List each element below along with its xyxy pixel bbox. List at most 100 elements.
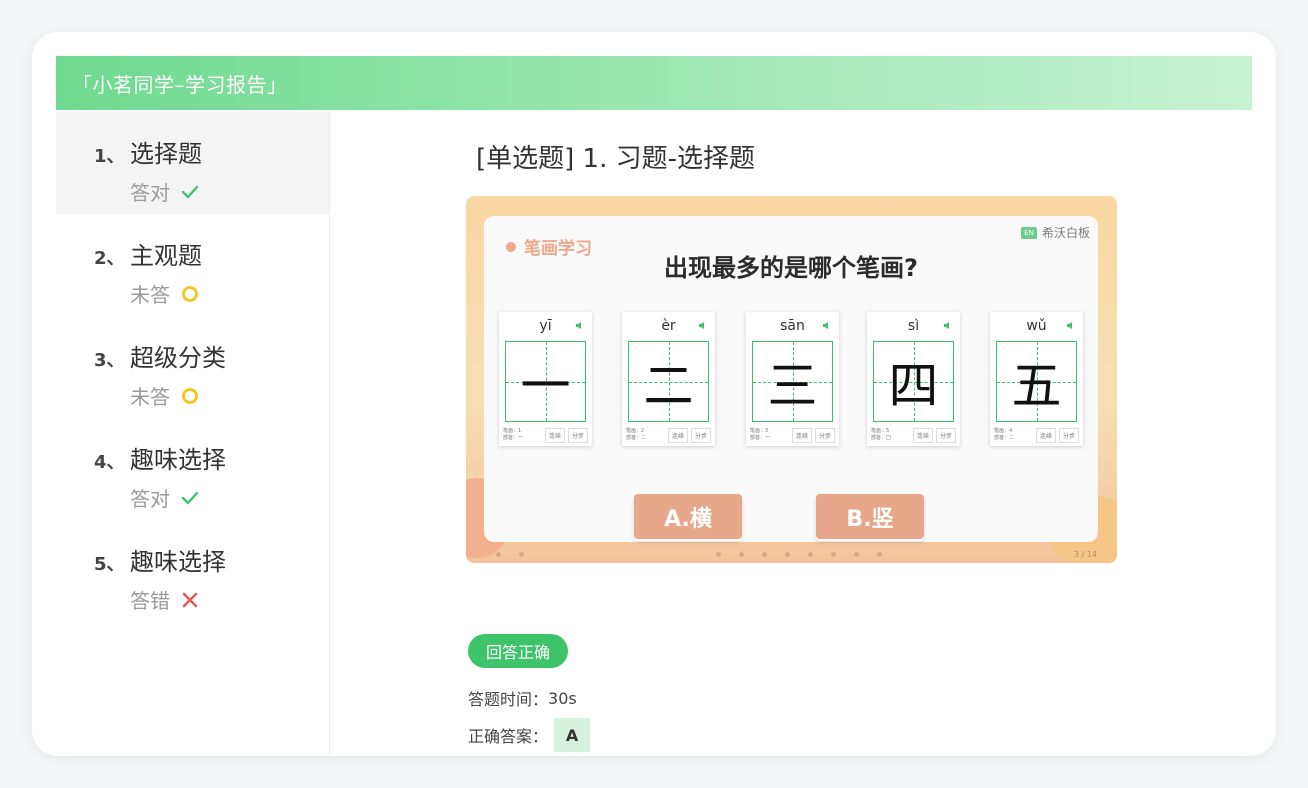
sidebar-item-status: 未答 <box>130 381 329 410</box>
sidebar-item-2[interactable]: 2、 主观题 未答 <box>56 214 329 316</box>
hanzi-character: 四 <box>888 356 939 415</box>
answer-time-label: 答题时间： <box>468 690 549 709</box>
hanzi-character: 二 <box>643 356 694 415</box>
circle-icon <box>180 386 200 406</box>
report-title: 「小茗同学–学习报告」 <box>72 72 288 97</box>
radical: 部首：二 <box>626 435 647 441</box>
cross-icon <box>180 590 200 610</box>
sidebar-item-number: 1、 <box>94 146 125 167</box>
slide-question: 出现最多的是哪个笔画? <box>664 254 918 282</box>
radical: 部首：一 <box>503 435 524 441</box>
question-sidebar: 1、 选择题 答对 2、 主观题 未答 3、 超级分类 未答 4、 趣味选择 答对 5、 趣味选择 答错 <box>56 112 330 756</box>
check-icon <box>180 182 200 202</box>
step-button[interactable]: 分步 <box>1058 427 1079 443</box>
step-button[interactable]: 分步 <box>935 427 956 443</box>
tool-icon[interactable] <box>761 551 767 557</box>
sidebar-item-label: 选择题 <box>130 140 202 168</box>
sidebar-item-label: 超级分类 <box>130 344 226 372</box>
speaker-icon[interactable] <box>823 322 831 329</box>
radical: 部首：二 <box>994 435 1015 441</box>
speaker-icon[interactable] <box>1067 322 1075 329</box>
status-text: 答错 <box>130 589 170 613</box>
hanzi-character: 五 <box>1011 356 1062 415</box>
tool-icon[interactable] <box>876 551 882 557</box>
sidebar-item-status: 答对 <box>130 177 329 206</box>
sidebar-item-5[interactable]: 5、 趣味选择答错 <box>56 520 329 622</box>
hanzi-card: sān 三笔画：3 部首：一 连续 分步 <box>746 312 839 446</box>
question-slide: 笔画学习 EN 希沃白板 出现最多的是哪个笔画? A.横 B.竖 yī 一笔画：1… <box>466 196 1117 563</box>
continuous-button[interactable]: 连续 <box>1035 427 1056 443</box>
option-b-button[interactable]: B.竖 <box>816 494 924 539</box>
speaker-icon[interactable] <box>576 322 584 329</box>
brand-name: 希沃白板 <box>1041 226 1090 240</box>
step-button[interactable]: 分步 <box>814 427 835 443</box>
continuous-button[interactable]: 连续 <box>912 427 933 443</box>
status-text: 未答 <box>130 283 170 307</box>
radical: 部首：一 <box>750 435 771 441</box>
hanzi-card: èr 二笔画：2 部首：二 连续 分步 <box>622 312 715 446</box>
tool-icon[interactable] <box>807 551 813 557</box>
sidebar-item-title: 1、 选择题 <box>94 134 329 169</box>
hanzi-card: wǔ 五笔画：4 部首：二 连续 分步 <box>990 312 1083 446</box>
continuous-button[interactable]: 连续 <box>667 427 688 443</box>
stroke-count: 笔画：5 <box>871 428 890 434</box>
tool-icon[interactable] <box>715 551 721 557</box>
continuous-button[interactable]: 连续 <box>791 427 812 443</box>
radical: 部首：囗 <box>871 435 892 441</box>
tool-icon[interactable] <box>519 551 524 557</box>
card-footer: 笔画：5 部首：囗 连续 分步 <box>871 427 956 443</box>
question-title: [单选题] 1. 习题-选择题 <box>476 144 756 174</box>
correct-answer: 正确答案： A <box>468 718 591 752</box>
tool-icon[interactable] <box>738 551 744 557</box>
report-card: 「小茗同学–学习报告」 1、 选择题 答对 2、 主观题 未答 3、 超级分类 未答 4、 趣味选择… <box>32 32 1276 756</box>
speaker-icon[interactable] <box>699 322 707 329</box>
tool-icon[interactable] <box>853 551 859 557</box>
answer-time-value: 30s <box>548 688 577 708</box>
answer-time: 答题时间： 30s <box>468 686 577 710</box>
continuous-button[interactable]: 连续 <box>544 427 565 443</box>
brand-watermark: EN 希沃白板 <box>1020 224 1090 241</box>
toolbar-center-icons <box>715 551 882 557</box>
sidebar-item-number: 3、 <box>94 350 125 371</box>
tool-icon[interactable] <box>496 551 501 557</box>
speaker-icon[interactable] <box>944 322 952 329</box>
question-detail: [单选题] 1. 习题-选择题 笔画学习 EN 希沃白板 出现最多的是哪个笔画?… <box>330 112 1276 756</box>
sidebar-item-status: 未答 <box>130 279 329 308</box>
sidebar-item-3[interactable]: 3、 超级分类未答 <box>56 316 329 418</box>
stroke-count: 笔画：3 <box>750 428 769 434</box>
stroke-count: 笔画：1 <box>503 428 522 434</box>
brand-logo-icon: EN <box>1020 226 1037 239</box>
circle-icon <box>180 284 200 304</box>
toolbar-left-icons <box>496 551 524 557</box>
correct-answer-label: 正确答案： <box>468 727 549 746</box>
tianzige-grid: 四 <box>873 341 954 422</box>
result-badge: 回答正确 <box>468 634 569 668</box>
sidebar-item-label: 趣味选择 <box>130 548 226 576</box>
sidebar-item-label: 主观题 <box>130 242 202 270</box>
sidebar-item-number: 4、 <box>94 452 125 473</box>
step-button[interactable]: 分步 <box>567 427 588 443</box>
sidebar-item-status: 答错 <box>130 585 329 614</box>
tool-icon[interactable] <box>784 551 790 557</box>
slide-toolbar: 3 / 14 <box>466 545 1117 563</box>
sidebar-item-label: 趣味选择 <box>130 446 226 474</box>
option-a-button[interactable]: A.横 <box>634 494 742 539</box>
sidebar-item-number: 5、 <box>94 554 125 575</box>
sidebar-item-1[interactable]: 1、 选择题答对 <box>56 112 329 214</box>
hanzi-card: yī 一笔画：1 部首：一 连续 分步 <box>499 312 592 446</box>
stroke-count: 笔画：2 <box>626 428 645 434</box>
sidebar-item-status: 答对 <box>130 483 329 512</box>
stroke-count: 笔画：4 <box>994 428 1013 434</box>
sidebar-item-title: 5、 趣味选择 <box>94 542 329 577</box>
tianzige-grid: 二 <box>628 341 709 422</box>
card-footer: 笔画：4 部首：二 连续 分步 <box>994 427 1079 443</box>
sidebar-item-4[interactable]: 4、 趣味选择答对 <box>56 418 329 520</box>
tool-icon[interactable] <box>830 551 836 557</box>
hanzi-character: 一 <box>520 356 571 415</box>
card-footer: 笔画：1 部首：一 连续 分步 <box>503 427 588 443</box>
correct-answer-value: A <box>554 718 591 752</box>
step-button[interactable]: 分步 <box>690 427 711 443</box>
card-footer: 笔画：3 部首：一 连续 分步 <box>750 427 835 443</box>
tianzige-grid: 五 <box>996 341 1077 422</box>
status-text: 答对 <box>130 487 170 511</box>
